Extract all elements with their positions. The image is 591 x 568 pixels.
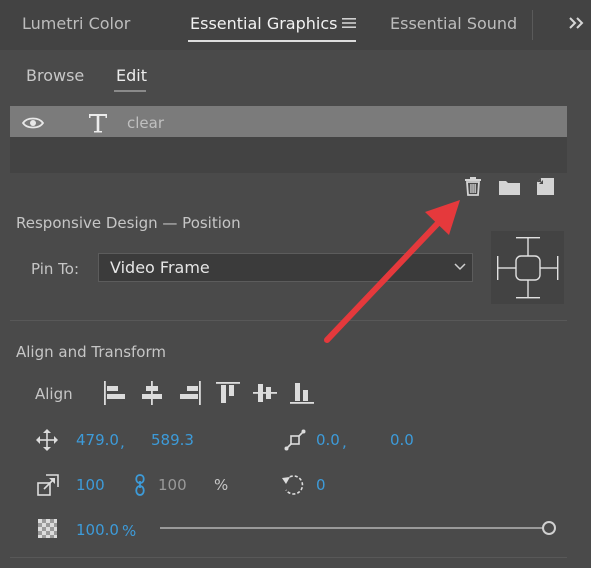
annotation-arrow-icon xyxy=(324,200,460,343)
